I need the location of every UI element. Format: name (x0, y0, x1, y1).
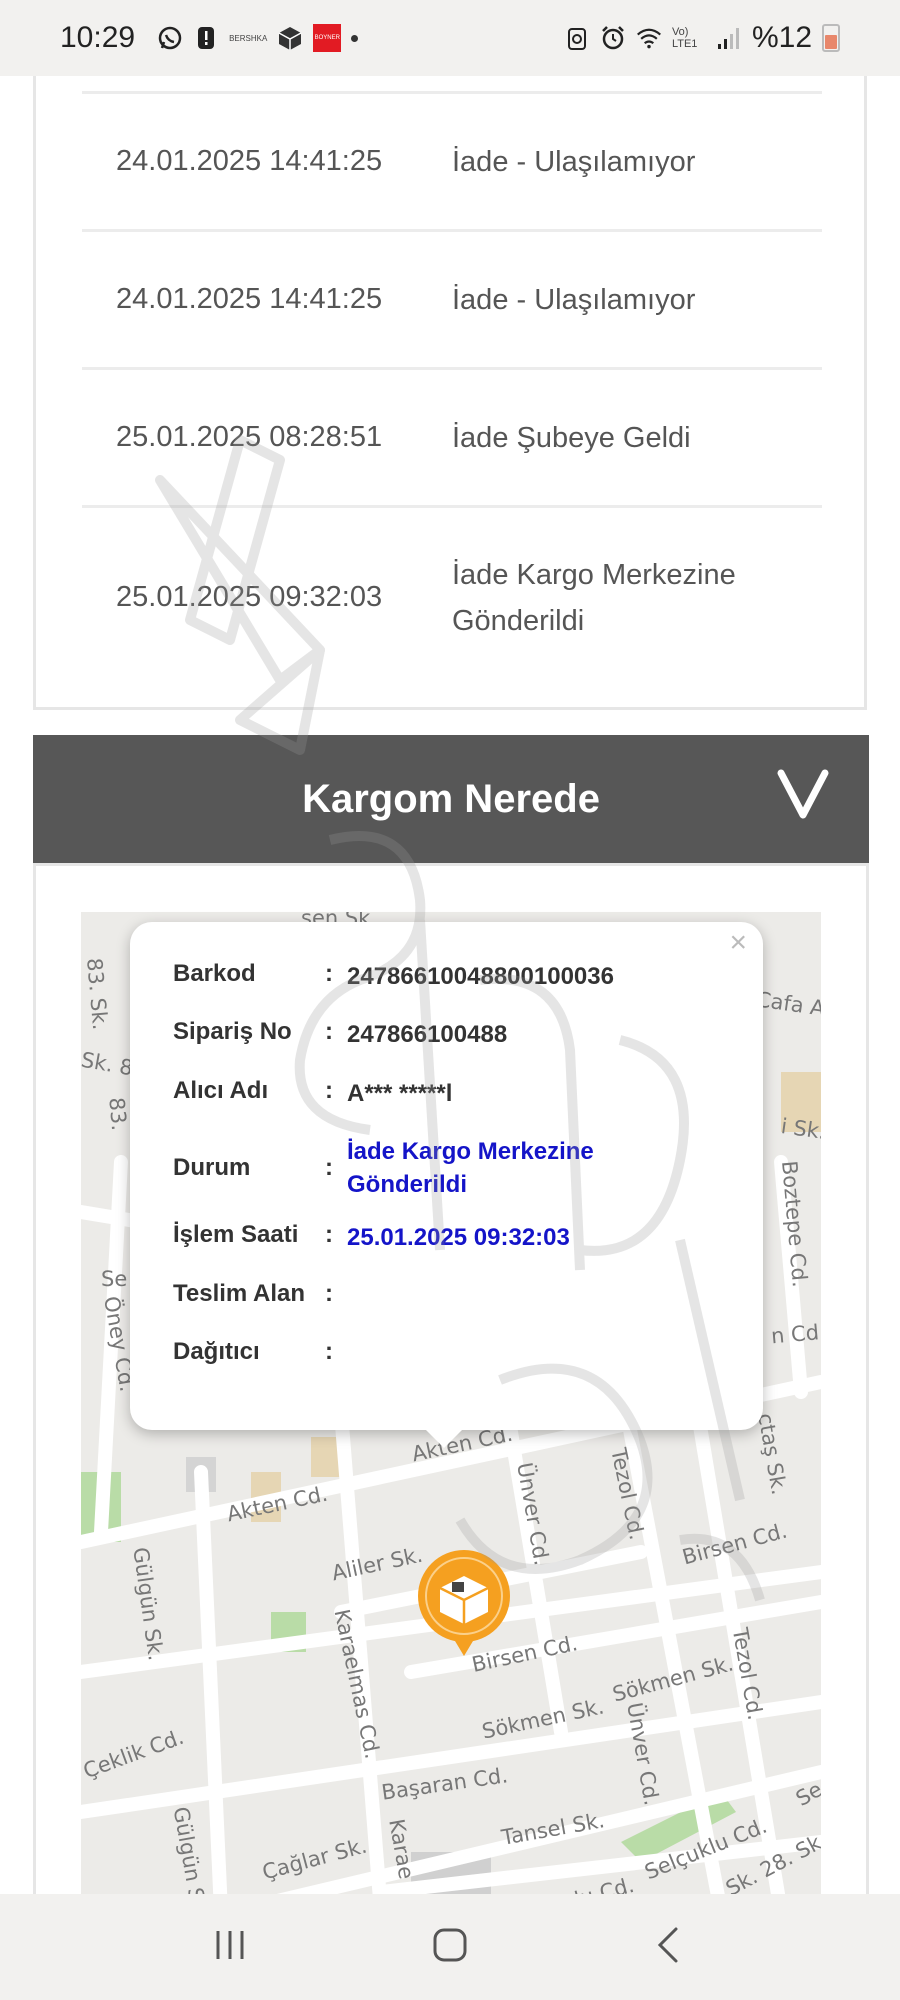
boyner-notification: BOYNER (313, 24, 342, 52)
recent-apps-icon[interactable] (210, 1925, 250, 1970)
navigation-bar (0, 1894, 900, 2000)
popup-row-teslim-alan: Teslim Alan : (173, 1280, 637, 1308)
whatsapp-icon (157, 25, 183, 51)
tracking-history-card: 24.01.2025 14:41:25 İade - Ulaşılamıyor … (33, 76, 867, 710)
popup-label: Sipariş No (173, 1018, 292, 1045)
package-icon (277, 25, 303, 51)
tracking-status: İade Şubeye Geldi (452, 421, 691, 454)
popup-separator: : (325, 1077, 333, 1104)
battery-icon (822, 24, 840, 52)
popup-value: 24786610048800100036 (347, 963, 614, 990)
popup-row-siparis-no: Sipariş No : 247866100488 (173, 1018, 637, 1051)
status-bar: 10:29 BERSHKA BOYNER Vo) LTE1 %12 (0, 0, 900, 76)
popup-label: Teslim Alan (173, 1280, 306, 1307)
home-icon[interactable] (430, 1925, 470, 1970)
table-row: 25.01.2025 09:32:03 İade Kargo Merkezine… (82, 505, 822, 687)
shipment-info-popup: × Barkod : 24786610048800100036 Sipariş … (130, 922, 763, 1448)
popup-separator: : (325, 1280, 333, 1307)
chevron-down-icon[interactable] (773, 765, 833, 825)
alarm-icon (600, 25, 626, 51)
popup-value: A*** *****l (347, 1080, 453, 1107)
kargom-nerede-header[interactable]: Kargom Nerede (33, 735, 869, 863)
street-label: Se (101, 1267, 128, 1291)
recycle-icon (564, 25, 590, 51)
tracking-date: 25.01.2025 08:28:51 (116, 421, 383, 453)
tracking-date: 24.01.2025 14:41:25 (116, 145, 383, 177)
popup-row-barkod: Barkod : 24786610048800100036 (173, 960, 637, 993)
popup-label: Barkod (173, 960, 256, 987)
back-icon[interactable] (650, 1925, 690, 1970)
popup-value: 247866100488 (347, 1021, 508, 1048)
battery-percent: %12 (751, 21, 812, 54)
close-icon[interactable]: × (729, 926, 747, 960)
network-label: Vo) LTE1 (671, 26, 698, 50)
popup-label: Alıcı Adı (173, 1077, 269, 1104)
tracking-status: İade - Ulaşılamıyor (452, 283, 696, 316)
popup-row-dagitici: Dağıtıcı : (173, 1338, 637, 1366)
section-title: Kargom Nerede (302, 776, 600, 821)
street-label: n Cd. (770, 1319, 821, 1349)
popup-separator: : (325, 1338, 333, 1365)
popup-status-value: İade Kargo Merkezine Gönderildi (347, 1138, 594, 1198)
tracking-date: 25.01.2025 09:32:03 (116, 581, 383, 613)
table-row: 25.01.2025 08:28:51 İade Şubeye Geldi (82, 367, 822, 505)
tracking-date: 24.01.2025 14:41:25 (116, 283, 383, 315)
clock: 10:29 (60, 21, 136, 54)
popup-separator: : (325, 1154, 333, 1181)
popup-label: İşlem Saati (173, 1221, 299, 1248)
popup-row-durum: Durum : İade Kargo Merkezine Gönderildi (173, 1133, 637, 1203)
bershka-notification: BERSHKA (229, 33, 268, 43)
cargo-location-pin[interactable] (414, 1550, 514, 1660)
popup-separator: : (325, 1221, 333, 1248)
popup-separator: : (325, 1018, 333, 1045)
popup-row-islem-saati: İşlem Saati : 25.01.2025 09:32:03 (173, 1221, 637, 1254)
popup-label: Dağıtıcı (173, 1338, 260, 1365)
popup-time-value: 25.01.2025 09:32:03 (347, 1224, 570, 1251)
tracking-status: İade - Ulaşılamıyor (452, 145, 696, 178)
signal-icon (716, 25, 742, 51)
popup-row-alici-adi: Alıcı Adı : A*** *****l (173, 1077, 637, 1110)
table-row: 24.01.2025 14:41:25 İade - Ulaşılamıyor (82, 91, 822, 229)
street-label: 83. (104, 1096, 132, 1132)
popup-separator: : (325, 960, 333, 987)
wifi-icon (636, 25, 662, 51)
alert-icon (193, 25, 219, 51)
popup-value (347, 1280, 637, 1308)
popup-value (347, 1338, 637, 1366)
more-notifications-dot (351, 34, 359, 42)
tracking-status: İade Kargo Merkezine Gönderildi (452, 558, 736, 637)
table-row: 24.01.2025 14:41:25 İade - Ulaşılamıyor (82, 229, 822, 367)
popup-label: Durum (173, 1154, 251, 1181)
